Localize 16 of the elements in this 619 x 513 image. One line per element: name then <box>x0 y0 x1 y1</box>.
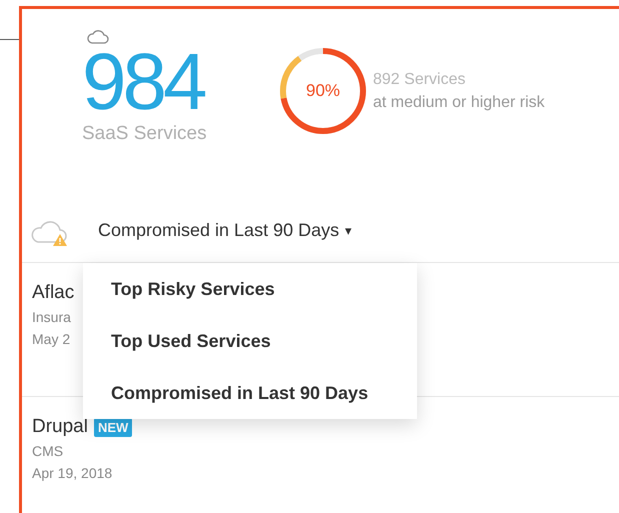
service-date: Apr 19, 2018 <box>32 464 112 482</box>
service-date: May 2 <box>32 330 70 348</box>
menu-item[interactable]: Compromised in Last 90 Days <box>83 367 368 419</box>
risk-count: 892 Services <box>373 70 466 90</box>
cloud-icon <box>86 27 110 45</box>
menu-item[interactable]: Top Used Services <box>83 315 271 367</box>
risk-percent: 90% <box>306 81 340 101</box>
filter-dropdown[interactable]: Compromised in Last 90 Days ▾ <box>98 220 352 241</box>
risk-caption: at medium or higher risk <box>373 93 545 113</box>
service-category: Insura <box>32 308 71 326</box>
service-name: Aflac <box>32 282 74 304</box>
menu-item[interactable]: Top Risky Services <box>83 263 275 315</box>
service-name: Drupal <box>32 416 88 438</box>
service-count-label: SaaS Services <box>82 123 208 145</box>
service-count: 984 <box>82 45 204 119</box>
service-category: CMS <box>32 442 64 460</box>
